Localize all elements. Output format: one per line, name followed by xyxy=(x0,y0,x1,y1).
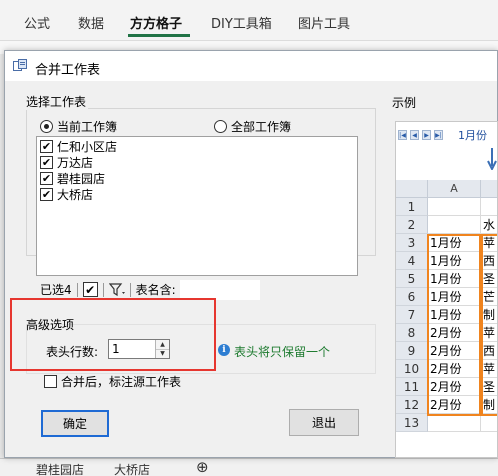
row-number: 5 xyxy=(396,270,428,288)
tab-data[interactable]: 数据 xyxy=(78,13,104,32)
nav-first-icon: |◀ xyxy=(398,130,407,140)
data-column-highlight xyxy=(481,234,497,416)
sheet-checkbox[interactable]: ✔ xyxy=(40,156,53,169)
sheet-item-daqiao[interactable]: ✔ 大桥店 xyxy=(40,186,93,203)
filter-icon xyxy=(108,282,125,296)
sheet-tab-daqiao[interactable]: 大桥店 xyxy=(114,461,150,476)
select-sheets-title: 选择工作表 xyxy=(24,93,89,110)
annotate-source-label: 合并后，标注源工作表 xyxy=(61,375,182,389)
sheet-checkbox[interactable]: ✔ xyxy=(40,140,53,153)
tab-diy-toolbox[interactable]: DIY工具箱 xyxy=(211,13,272,32)
row-number: 6 xyxy=(396,288,428,306)
radio-all-dot xyxy=(214,120,227,133)
row-number: 4 xyxy=(396,252,428,270)
row-number: 8 xyxy=(396,324,428,342)
row-number: 3 xyxy=(396,234,428,252)
col-header-a: A xyxy=(428,180,481,198)
sheet-name-label: 表名含: xyxy=(135,283,176,297)
sheet-item-biguiyuan[interactable]: ✔ 碧桂园店 xyxy=(40,170,105,187)
sheet-tab-biguiyuan[interactable]: 碧桂园店 xyxy=(36,461,84,476)
divider xyxy=(102,282,104,297)
annotate-source-option[interactable]: 合并后，标注源工作表 xyxy=(44,373,181,390)
info-icon: i xyxy=(218,344,230,356)
radio-all-label: 全部工作簿 xyxy=(231,120,292,134)
month-column-highlight xyxy=(427,234,481,416)
ribbon-tab-bar: 公式 数据 方方格子 DIY工具箱 图片工具 xyxy=(0,0,498,40)
example-preview: |◀ ◀ ▶ ▶| 1月份 A 1 2 水 3 1月份苹 4 1月份西 5 1月份圣 6 1月份芒 7… xyxy=(395,121,498,458)
row-number: 2 xyxy=(396,216,428,234)
sheet-item-label: 大桥店 xyxy=(57,188,94,202)
exit-button[interactable]: 退出 xyxy=(289,409,359,436)
radio-all-workbooks[interactable]: 全部工作簿 xyxy=(214,118,291,135)
row-number: 12 xyxy=(396,396,428,414)
dialog-titlebar: 合并工作表 xyxy=(5,51,497,81)
sheet-checkbox[interactable]: ✔ xyxy=(40,188,53,201)
dialog-title: 合并工作表 xyxy=(35,63,101,78)
sheet-item-label: 碧桂园店 xyxy=(57,172,106,186)
down-arrow-icon xyxy=(487,148,497,170)
tab-fangfanggezi[interactable]: 方方格子 xyxy=(130,13,182,32)
ok-button[interactable]: 确定 xyxy=(41,410,109,437)
cell-b xyxy=(481,198,497,216)
sheet-name-filter-input[interactable] xyxy=(179,279,260,300)
tab-formulas[interactable]: 公式 xyxy=(24,13,50,32)
row-number: 1 xyxy=(396,198,428,216)
cell-b: 水 xyxy=(481,216,497,234)
annotate-source-checkbox[interactable] xyxy=(44,375,57,388)
cell-a xyxy=(428,414,481,432)
filter-dropdown[interactable] xyxy=(108,282,125,297)
advanced-highlight-box xyxy=(10,298,216,371)
ok-button-label: 确定 xyxy=(62,417,87,431)
add-sheet-icon[interactable]: ⊕ xyxy=(196,458,209,476)
example-title: 示例 xyxy=(392,96,417,110)
sheet-item-wanda[interactable]: ✔ 万达店 xyxy=(40,154,93,171)
cell-a xyxy=(428,198,481,216)
exit-button-label: 退出 xyxy=(311,416,336,430)
sheet-item-label: 万达店 xyxy=(57,156,94,170)
cell-b xyxy=(481,414,497,432)
radio-current-workbook[interactable]: 当前工作簿 xyxy=(40,118,117,135)
sheet-tab-bar: 碧桂园店 大桥店 ⊕ xyxy=(0,458,498,476)
radio-current-label: 当前工作簿 xyxy=(57,120,118,134)
divider xyxy=(76,282,78,297)
row-number: 11 xyxy=(396,378,428,396)
divider xyxy=(129,282,131,297)
row-number: 13 xyxy=(396,414,428,432)
nav-prev-icon: ◀ xyxy=(410,130,419,140)
sheet-item-label: 仁和小区店 xyxy=(57,140,118,154)
selected-count: 已选4 xyxy=(40,283,72,297)
row-number: 7 xyxy=(396,306,428,324)
sheet-checkbox[interactable]: ✔ xyxy=(40,172,53,185)
active-tab-indicator xyxy=(128,34,190,37)
col-header-b xyxy=(481,180,497,198)
nav-next-icon: ▶ xyxy=(422,130,431,140)
row-number: 10 xyxy=(396,360,428,378)
select-all-checkbox[interactable]: ✔ xyxy=(82,282,98,297)
corner-header xyxy=(396,180,428,198)
preview-sheet-tab: 1月份 xyxy=(458,129,487,142)
sheet-list[interactable]: ✔ 仁和小区店 ✔ 万达店 ✔ 碧桂园店 ✔ 大桥店 xyxy=(36,136,358,276)
radio-current-dot xyxy=(40,120,53,133)
info-text: 表头将只保留一个 xyxy=(234,345,331,359)
sheet-list-toolbar: 已选4 ✔ 表名含: xyxy=(40,279,362,300)
row-number: 9 xyxy=(396,342,428,360)
sheet-item-renhe[interactable]: ✔ 仁和小区店 xyxy=(40,138,117,155)
cell-a xyxy=(428,216,481,234)
app-icon xyxy=(13,59,27,71)
tab-picture-tools[interactable]: 图片工具 xyxy=(298,13,350,32)
nav-last-icon: ▶| xyxy=(434,130,443,140)
